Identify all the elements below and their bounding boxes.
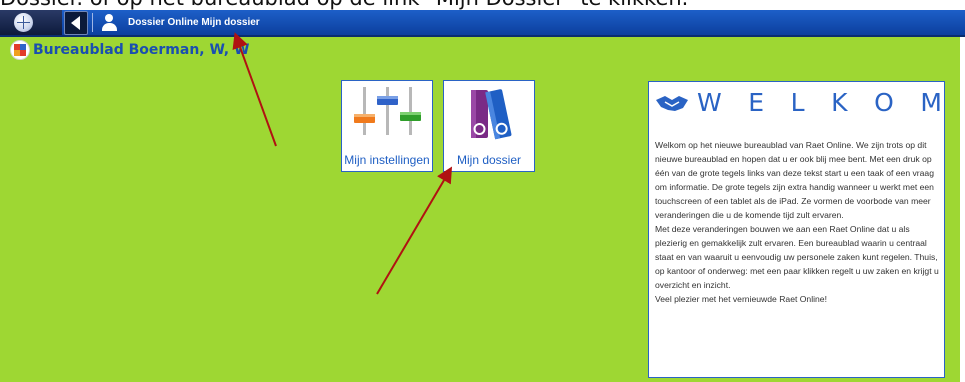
handshake-icon xyxy=(656,96,688,111)
welcome-paragraph: Welkom op het nieuwe bureaublad van Raet… xyxy=(655,140,934,220)
nav-divider xyxy=(92,13,93,32)
welcome-letter: O xyxy=(874,88,894,117)
welcome-letter: L xyxy=(790,88,805,117)
tile-label: Mijn dossier xyxy=(456,153,522,167)
welcome-letter: E xyxy=(748,88,765,117)
tile-label: Mijn instellingen xyxy=(344,153,430,167)
right-margin xyxy=(960,37,965,382)
desktop-title: Bureaublad Boerman, W, W xyxy=(33,42,250,58)
instruction-caption: Dossier. of op het bureaublad op de link… xyxy=(0,0,965,10)
welcome-letter: K xyxy=(831,88,848,117)
welcome-paragraph: Met deze veranderingen bouwen we aan een… xyxy=(655,224,939,290)
tile-mijn-instellingen[interactable]: Mijn instellingen xyxy=(341,80,433,172)
top-navigation-bar: Dossier Online Mijn dossier xyxy=(0,10,965,37)
sliders-icon xyxy=(354,87,421,135)
welcome-letter: W xyxy=(697,88,722,117)
breadcrumb-title[interactable]: Dossier Online Mijn dossier xyxy=(128,17,260,28)
desktop-area: Bureaublad Boerman, W, W Mijn instelling… xyxy=(0,37,960,382)
welcome-letter: M xyxy=(920,88,942,117)
binders-icon xyxy=(471,89,512,140)
home-icon xyxy=(14,13,33,32)
welcome-text: Welkom op het nieuwe bureaublad van Raet… xyxy=(655,138,941,306)
welcome-title: W E L K O M xyxy=(697,88,942,117)
user-icon xyxy=(102,14,117,31)
desktop-logo-icon xyxy=(10,40,30,60)
back-button[interactable] xyxy=(64,11,88,35)
home-button[interactable] xyxy=(0,10,62,35)
back-arrow-icon xyxy=(71,16,80,30)
welcome-paragraph: Veel plezier met het vernieuwde Raet Onl… xyxy=(655,294,827,304)
tile-mijn-dossier[interactable]: Mijn dossier xyxy=(443,80,535,172)
welcome-panel: W E L K O M Welkom op het nieuwe bureaub… xyxy=(648,81,945,378)
